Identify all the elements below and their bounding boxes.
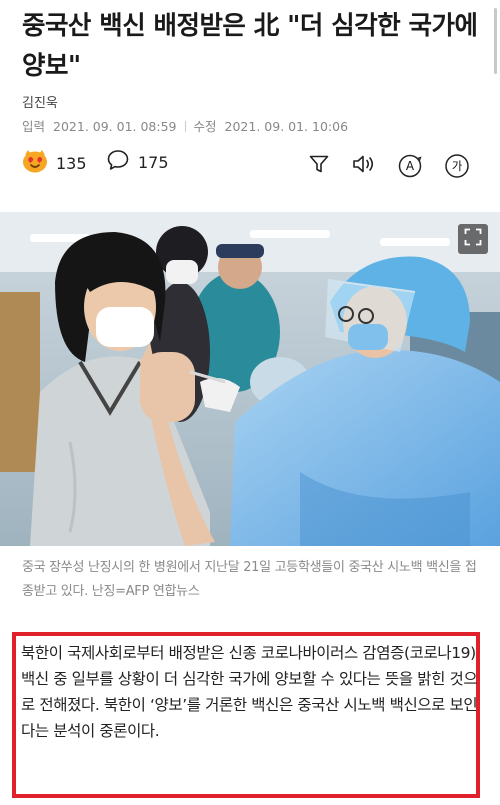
article-photo[interactable] [0, 212, 500, 546]
article-headline: 중국산 백신 배정받은 北 "더 심각한 국가에 양보" [22, 11, 478, 81]
listen-button[interactable] [349, 151, 379, 181]
filter-icon [308, 153, 330, 179]
reaction-button[interactable]: 135 [22, 148, 87, 178]
comment-icon [106, 148, 130, 176]
font-size-glyph: 가 [451, 159, 463, 173]
comment-count: 175 [138, 152, 169, 172]
translate-glyph: A [405, 159, 415, 173]
published-label: 입력 [22, 119, 46, 134]
article-actions: 135 175 A 가 [22, 148, 484, 184]
love-emoji-icon [22, 148, 48, 178]
filter-button[interactable] [304, 151, 334, 181]
photo-caption: 중국 장쑤성 난징시의 한 병원에서 지난달 21일 고등학생들이 중국산 시노… [22, 560, 477, 599]
translate-icon: A [397, 153, 423, 179]
speaker-icon [351, 153, 377, 179]
comment-button[interactable]: 175 [106, 148, 169, 176]
article-paragraph: 북한이 국제사회로부터 배정받은 신종 코로나바이러스 감염증(코로나19) 백… [21, 644, 478, 740]
expand-photo-button[interactable] [458, 224, 488, 254]
published-date: 2021. 09. 01. 08:59 [53, 119, 177, 134]
article-dates: 입력 2021. 09. 01. 08:59 수정 2021. 09. 01. 10:… [22, 116, 348, 135]
fullscreen-icon [464, 228, 482, 250]
reaction-count: 135 [56, 153, 87, 173]
translate-button[interactable]: A [395, 151, 425, 181]
date-divider [184, 121, 186, 132]
font-size-button[interactable]: 가 [442, 151, 472, 181]
author-name[interactable]: 김진욱 [22, 92, 58, 111]
scrollbar[interactable] [494, 8, 497, 74]
modified-label: 수정 [193, 119, 217, 134]
font-size-icon: 가 [444, 153, 470, 179]
modified-date: 2021. 09. 01. 10:06 [224, 119, 349, 134]
vaccination-photo [0, 212, 500, 546]
